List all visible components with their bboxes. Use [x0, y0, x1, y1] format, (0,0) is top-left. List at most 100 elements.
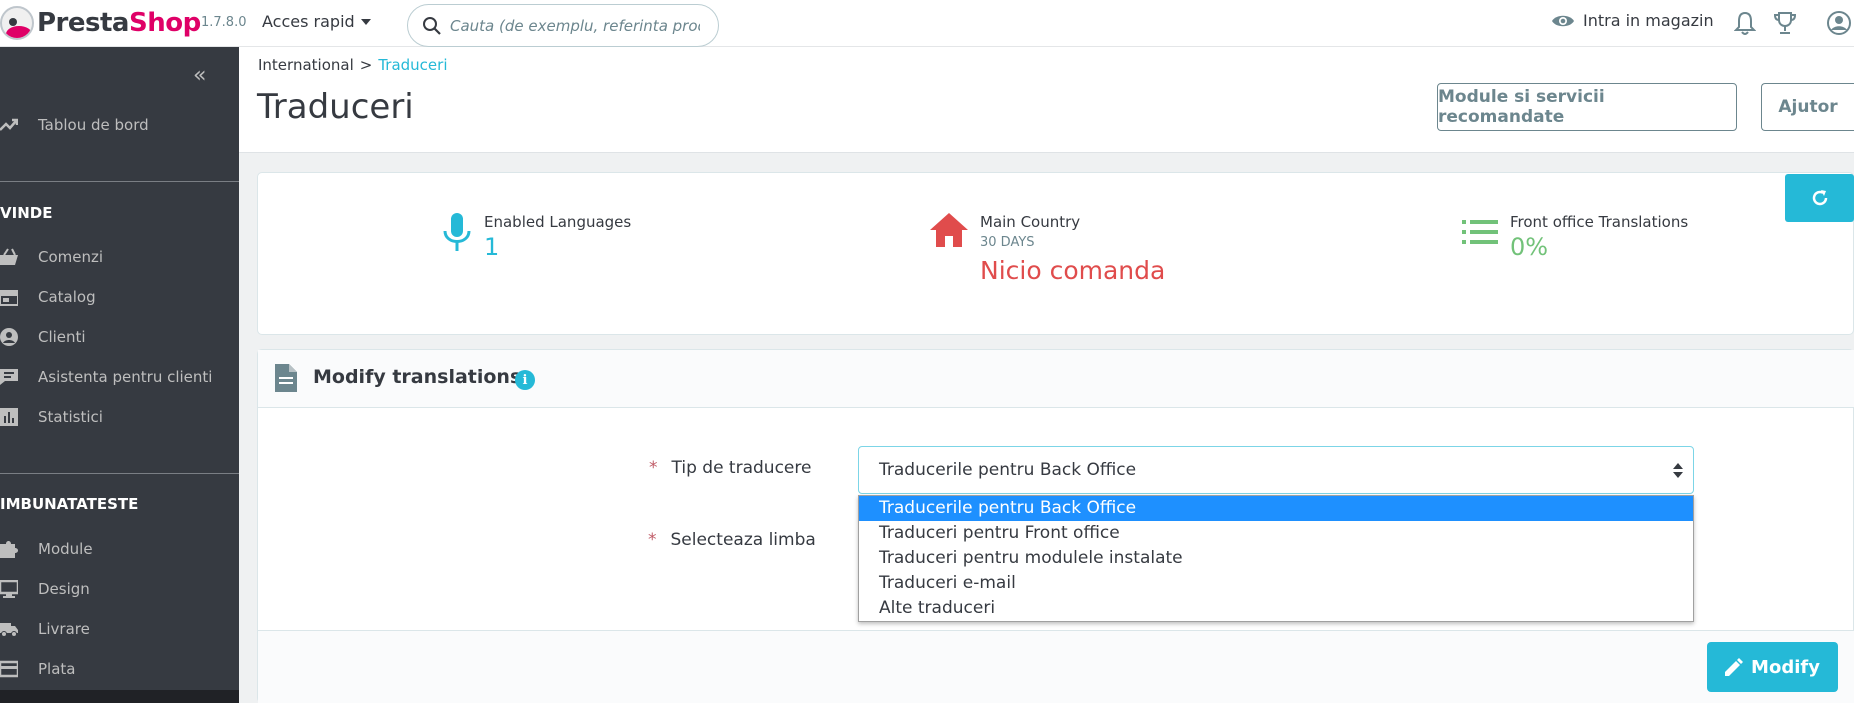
select-language-label-text: Selecteaza limba: [670, 530, 816, 550]
sidebar-item-stats[interactable]: Statistici: [0, 399, 239, 435]
bar-chart-icon: [0, 408, 18, 426]
page-header: International > Traduceri Traduceri Module…: [239, 47, 1854, 153]
quick-access-dropdown[interactable]: Acces rapid: [262, 12, 371, 31]
sidebar-item-international[interactable]: [0, 690, 239, 703]
sidebar-item-shipping[interactable]: Livrare: [0, 611, 239, 647]
shopping-basket-icon: [0, 248, 18, 265]
refresh-icon: [1812, 190, 1827, 206]
eye-icon: [1552, 15, 1574, 26]
sidebar-item-catalog[interactable]: Catalog: [0, 279, 239, 315]
option-other[interactable]: Alte traduceri: [859, 596, 1693, 621]
page-title: Traduceri: [257, 87, 414, 127]
required-marker: *: [648, 530, 657, 550]
document-icon: [275, 364, 297, 392]
search-box[interactable]: [407, 4, 719, 47]
view-shop-link[interactable]: Intra in magazin: [1551, 11, 1714, 30]
sidebar-item-label: Plata: [38, 660, 76, 678]
sidebar-item-customers[interactable]: Clienti: [0, 319, 239, 355]
panel-title: Modify translations: [313, 366, 522, 388]
breadcrumb-current[interactable]: Traduceri: [378, 56, 447, 74]
recommended-modules-button[interactable]: Module si servicii recomandate: [1437, 83, 1737, 131]
breadcrumb: International > Traduceri: [258, 56, 447, 74]
select-arrows-icon: [1673, 463, 1683, 479]
kpi-main-country: Main Country 30 DAYS Nicio comanda: [930, 213, 1165, 285]
bell-icon[interactable]: [1734, 10, 1756, 36]
trophy-icon[interactable]: [1772, 10, 1798, 36]
truck-icon: [0, 623, 18, 637]
search-input[interactable]: [450, 16, 700, 35]
sidebar-item-customer-service[interactable]: Asistenta pentru clienti: [0, 359, 239, 395]
refresh-kpi-button[interactable]: [1785, 174, 1854, 222]
kpi-front-office-translations: Front office Translations 0%: [1462, 213, 1688, 261]
option-back-office[interactable]: Traducerile pentru Back Office: [859, 496, 1693, 521]
microphone-icon: [443, 213, 471, 251]
breadcrumb-parent[interactable]: International: [258, 56, 354, 74]
help-button[interactable]: Ajutor: [1761, 83, 1854, 131]
account-circle-icon: [0, 328, 18, 346]
translation-type-options: Traducerile pentru Back Office Traduceri…: [858, 495, 1694, 622]
sidebar-divider: [0, 181, 239, 182]
collapse-sidebar-icon[interactable]: «: [193, 63, 206, 88]
modify-button-label: Modify: [1751, 656, 1820, 678]
sidebar-item-design[interactable]: Design: [0, 571, 239, 607]
quick-access-label: Acces rapid: [262, 12, 355, 31]
sidebar-item-label: Livrare: [38, 620, 90, 638]
list-icon: [1462, 220, 1498, 244]
sidebar-item-modules[interactable]: Module: [0, 531, 239, 567]
sidebar-section-sell: VINDE: [0, 204, 53, 222]
kpi-title: Enabled Languages: [484, 213, 632, 231]
panel-footer: [258, 630, 1854, 703]
option-installed-modules[interactable]: Traduceri pentru modulele instalate: [859, 546, 1693, 571]
translation-type-label-text: Tip de traducere: [671, 458, 812, 478]
info-icon[interactable]: i: [515, 370, 535, 390]
pencil-icon: [1725, 658, 1744, 676]
chat-icon: [0, 369, 18, 385]
kpi-title: Main Country: [980, 213, 1081, 231]
sidebar-item-label: Catalog: [38, 288, 96, 306]
trending-up-icon: [0, 118, 18, 131]
required-marker: *: [649, 458, 658, 478]
translation-type-select[interactable]: Traducerile pentru Back Office: [858, 446, 1694, 494]
home-icon: [930, 213, 968, 247]
sidebar-item-label: Module: [38, 540, 93, 558]
desktop-icon: [0, 580, 18, 598]
view-shop-label: Intra in magazin: [1583, 11, 1714, 30]
sidebar-item-label: Tablou de bord: [38, 116, 149, 134]
kpi-value: Nicio comanda: [980, 256, 1166, 285]
kpi-row: Enabled Languages 1 Main Country 30 DAYS…: [257, 172, 1854, 335]
sidebar-item-label: Statistici: [38, 408, 103, 426]
modify-button[interactable]: Modify: [1707, 642, 1838, 692]
top-header: PrestaShop 1.7.8.0 Acces rapid Intra in …: [0, 0, 1854, 47]
sidebar-item-orders[interactable]: Comenzi: [0, 239, 239, 275]
panel-header: Modify translations i: [258, 350, 1854, 408]
sidebar-item-label: Clienti: [38, 328, 86, 346]
kpi-value: 0%: [1510, 233, 1549, 261]
sidebar-nav: « Tablou de bord VINDE Comenzi Catalog C…: [0, 47, 239, 703]
credit-card-icon: [0, 660, 18, 678]
caret-down-icon: [360, 18, 371, 25]
kpi-subtitle: 30 DAYS: [980, 235, 1035, 250]
translation-type-selected: Traducerile pentru Back Office: [879, 460, 1137, 480]
option-front-office[interactable]: Traduceri pentru Front office: [859, 521, 1693, 546]
sidebar-section-improve: IMBUNATATESTE: [0, 495, 139, 513]
kpi-enabled-languages: Enabled Languages 1: [442, 213, 631, 261]
translation-type-label: * Tip de traducere: [649, 458, 811, 478]
kpi-title: Front office Translations: [1510, 213, 1689, 231]
user-icon[interactable]: [1826, 10, 1852, 36]
sidebar-item-payment[interactable]: Plata: [0, 651, 239, 687]
version-label: 1.7.8.0: [201, 15, 247, 30]
puffin-logo-icon: [0, 6, 34, 40]
puzzle-icon: [0, 541, 18, 558]
breadcrumb-separator: >: [359, 56, 373, 74]
logo-text: PrestaShop: [37, 8, 201, 38]
sidebar-item-dashboard[interactable]: Tablou de bord: [0, 107, 239, 143]
sidebar-divider: [0, 473, 239, 474]
sidebar-item-label: Asistenta pentru clienti: [38, 368, 213, 386]
sidebar-item-label: Comenzi: [38, 248, 104, 266]
kpi-value: 1: [484, 233, 500, 261]
sidebar-item-label: Design: [38, 580, 90, 598]
prestashop-logo[interactable]: PrestaShop: [0, 6, 201, 40]
option-email[interactable]: Traduceri e-mail: [859, 571, 1693, 596]
search-icon: [423, 16, 441, 35]
select-language-label: * Selecteaza limba: [648, 530, 816, 550]
